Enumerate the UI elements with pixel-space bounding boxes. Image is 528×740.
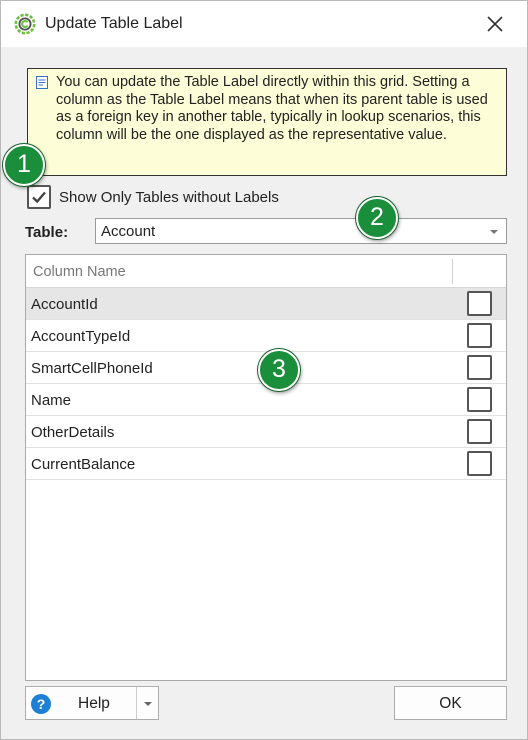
table-label-checkbox[interactable]: [467, 355, 492, 380]
checkbox-checked[interactable]: [27, 185, 51, 209]
chevron-down-icon: [490, 230, 498, 234]
header-divider: [452, 259, 453, 284]
ok-button[interactable]: OK: [394, 686, 507, 720]
table-label-checkbox[interactable]: [467, 451, 492, 476]
window-title: Update Table Label: [45, 15, 183, 32]
column-name-header[interactable]: Column Name: [33, 264, 126, 280]
note-icon: [36, 76, 48, 89]
table-row[interactable]: CurrentBalance: [26, 448, 506, 480]
close-button[interactable]: [479, 9, 511, 39]
table-row[interactable]: AccountId: [26, 288, 506, 320]
help-icon: ?: [31, 694, 51, 714]
ok-button-label: OK: [439, 695, 462, 712]
chevron-down-icon[interactable]: [144, 702, 152, 706]
close-icon: [487, 16, 503, 32]
column-name-cell: AccountId: [31, 296, 98, 313]
table-field-label: Table:: [25, 224, 69, 241]
table-label-checkbox[interactable]: [467, 387, 492, 412]
show-only-unlabeled-checkbox[interactable]: Show Only Tables without Labels: [27, 184, 327, 210]
column-name-cell: Name: [31, 392, 72, 409]
info-text: You can update the Table Label directly …: [56, 74, 488, 143]
columns-grid: Column Name AccountId AccountTypeId Smar…: [25, 254, 507, 681]
update-table-label-dialog: Update Table Label You can update the Ta…: [0, 0, 528, 740]
split-divider: [136, 687, 137, 719]
table-label-checkbox[interactable]: [467, 419, 492, 444]
column-name-cell: CurrentBalance: [31, 456, 136, 473]
table-label-checkbox[interactable]: [467, 323, 492, 348]
table-label-checkbox[interactable]: [467, 291, 492, 316]
table-dropdown-value: Account: [101, 223, 156, 240]
table-dropdown[interactable]: Account: [95, 218, 507, 244]
checkmark-icon: [32, 191, 46, 204]
table-row[interactable]: Name: [26, 384, 506, 416]
column-name-cell: OtherDetails: [31, 424, 115, 441]
info-panel: You can update the Table Label directly …: [27, 68, 507, 176]
table-row[interactable]: AccountTypeId: [26, 320, 506, 352]
column-name-cell: AccountTypeId: [31, 328, 131, 345]
help-button-label: Help: [78, 695, 110, 712]
column-name-cell: SmartCellPhoneId: [31, 360, 153, 377]
table-row[interactable]: OtherDetails: [26, 416, 506, 448]
title-bar: Update Table Label: [1, 1, 527, 47]
grid-header: Column Name: [26, 255, 506, 288]
callout-badge-3: 3: [258, 349, 300, 391]
callout-badge-2: 2: [356, 197, 398, 239]
show-only-unlabeled-label: Show Only Tables without Labels: [59, 189, 279, 206]
callout-badge-1: 1: [3, 144, 45, 186]
help-split-button[interactable]: ? Help: [25, 686, 159, 720]
app-logo-icon: [14, 13, 36, 35]
